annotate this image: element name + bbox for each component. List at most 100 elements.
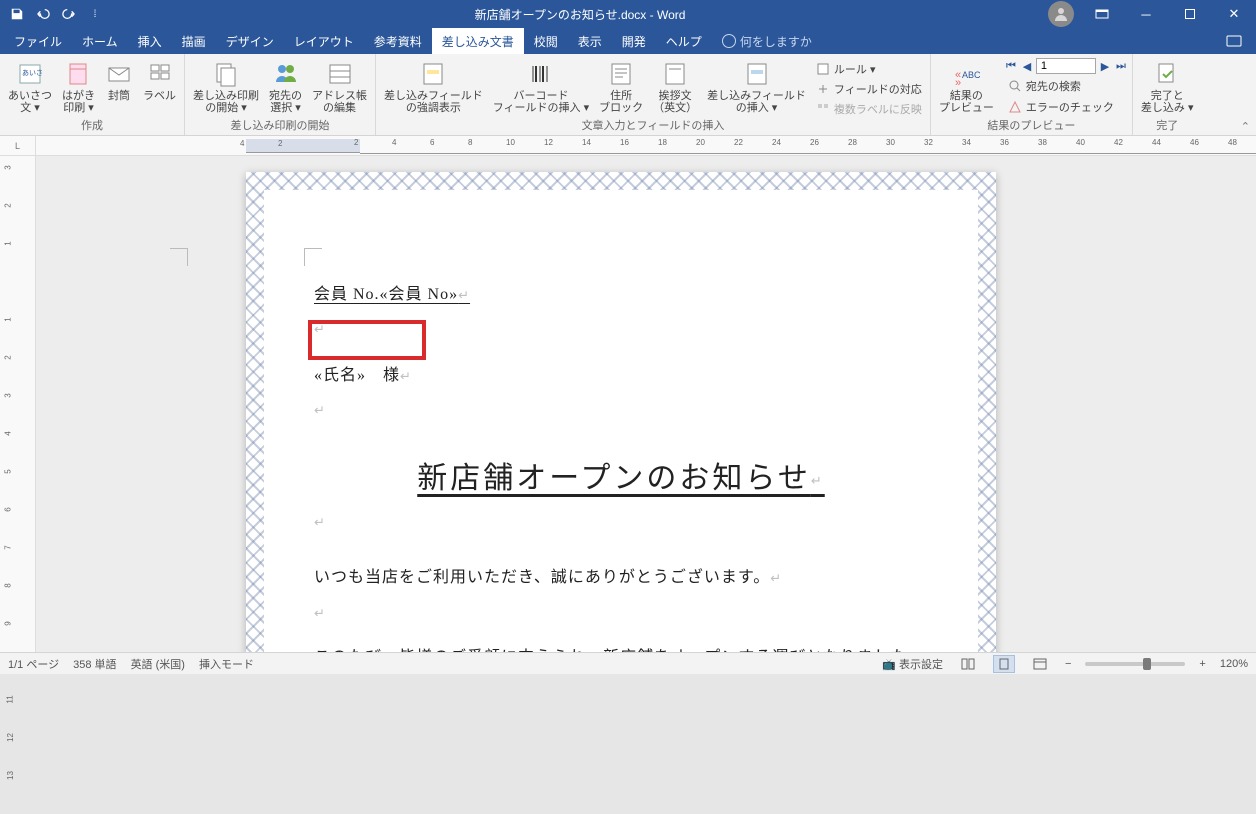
insert-mode-status[interactable]: 挿入モード — [199, 656, 254, 672]
address-block-button[interactable]: 住所 ブロック — [595, 58, 647, 116]
tab-home[interactable]: ホーム — [72, 28, 128, 54]
language-status[interactable]: 英語 (米国) — [131, 656, 185, 672]
greetings-button[interactable]: あいさつあいさつ 文 ▾ — [4, 58, 56, 116]
first-record-button[interactable]: ⏮ — [1004, 59, 1018, 73]
body-paragraph-1[interactable]: いつも当店をご利用いただき、誠にありがとうございます。↵ — [314, 562, 928, 594]
page: 会員 No.«会員 No»↵ ↵ «氏名» 様↵ ↵ 新店舗オープンのお知らせ↵… — [246, 172, 996, 652]
close-button[interactable]: ✕ — [1212, 0, 1256, 28]
body-paragraph-2[interactable]: このたび、皆様のご愛顧に支えられ、新店舗をオープンする運びとなりました。これもひ… — [314, 642, 928, 652]
group-start-mail-merge: 差し込み印刷 の開始 ▾ 宛先の 選択 ▾ アドレス帳 の編集 差し込み印刷の開… — [185, 54, 376, 135]
print-layout-button[interactable] — [993, 655, 1015, 673]
minimize-button[interactable]: ─ — [1124, 0, 1168, 28]
group-label-preview: 結果のプレビュー — [931, 119, 1132, 135]
lightbulb-icon — [722, 34, 736, 48]
tab-developer[interactable]: 開発 — [612, 28, 656, 54]
qat-customize[interactable]: ⁞ — [84, 3, 106, 25]
group-label-finish: 完了 — [1133, 119, 1202, 135]
zoom-slider-thumb[interactable] — [1143, 658, 1151, 670]
document-area: 32112345678910111213 会員 No.«会員 No»↵ ↵ «氏… — [0, 156, 1256, 652]
tab-review[interactable]: 校閲 — [524, 28, 568, 54]
next-record-button[interactable]: ▶ — [1098, 59, 1112, 73]
zoom-in-button[interactable]: + — [1199, 658, 1205, 670]
group-label-start: 差し込み印刷の開始 — [185, 119, 375, 135]
group-label-create: 作成 — [0, 119, 184, 135]
insert-merge-field-button[interactable]: 差し込みフィールド の挿入 ▾ — [703, 58, 810, 116]
record-number-input[interactable] — [1036, 58, 1096, 74]
group-write-insert-fields: 差し込みフィールド の強調表示 バーコード フィールドの挿入 ▾ 住所 ブロック… — [376, 54, 931, 135]
group-finish: 完了と 差し込み ▾ 完了 — [1133, 54, 1202, 135]
svg-text:ABC: ABC — [962, 70, 980, 80]
web-layout-button[interactable] — [1029, 655, 1051, 673]
paragraph-mark-icon: ↵ — [314, 322, 326, 337]
tab-draw[interactable]: 描画 — [172, 28, 216, 54]
ruler-corner: L — [0, 136, 36, 155]
ribbon-tabs: ファイル ホーム 挿入 描画 デザイン レイアウト 参考資料 差し込み文書 校閲… — [0, 28, 1256, 54]
document-title[interactable]: 新店舗オープンのお知らせ↵ — [314, 453, 928, 497]
account-avatar[interactable] — [1048, 1, 1074, 27]
tab-insert[interactable]: 挿入 — [128, 28, 172, 54]
tab-file[interactable]: ファイル — [4, 28, 72, 54]
ribbon: あいさつあいさつ 文 ▾ はがき 印刷 ▾ 封筒 ラベル 作成 差し込み印刷 の… — [0, 54, 1256, 136]
paragraph-mark-icon: ↵ — [458, 287, 470, 302]
match-fields-button[interactable]: フィールドの対応 — [812, 80, 926, 98]
document-body[interactable]: 会員 No.«会員 No»↵ ↵ «氏名» 様↵ ↵ 新店舗オープンのお知らせ↵… — [314, 280, 928, 652]
tell-me-search[interactable]: 何をしますか — [712, 28, 822, 54]
start-mail-merge-button[interactable]: 差し込み印刷 の開始 ▾ — [189, 58, 263, 116]
window-title: 新店舗オープンのお知らせ.docx - Word — [112, 6, 1048, 23]
document-canvas[interactable]: 会員 No.«会員 No»↵ ↵ «氏名» 様↵ ↵ 新店舗オープンのお知らせ↵… — [36, 156, 1256, 652]
paragraph-mark-icon: ↵ — [314, 402, 326, 417]
display-settings[interactable]: 📺 表示設定 — [882, 656, 943, 672]
svg-text:あいさつ: あいさつ — [22, 69, 43, 77]
paragraph-mark-icon: ↵ — [314, 605, 326, 620]
member-number-line[interactable]: 会員 No.«会員 No»↵ — [314, 280, 928, 310]
svg-text:»: » — [955, 77, 961, 88]
zoom-level[interactable]: 120% — [1220, 658, 1248, 670]
zoom-out-button[interactable]: − — [1065, 658, 1071, 670]
tab-design[interactable]: デザイン — [216, 28, 284, 54]
window-controls: ─ ✕ — [1080, 0, 1256, 28]
collapse-ribbon-button[interactable]: ⌃ — [1241, 120, 1250, 133]
postcard-button[interactable]: はがき 印刷 ▾ — [58, 58, 99, 116]
tab-help[interactable]: ヘルプ — [656, 28, 712, 54]
vertical-ruler[interactable]: 32112345678910111213 — [0, 156, 36, 652]
undo-button[interactable] — [32, 3, 54, 25]
redo-button[interactable] — [58, 3, 80, 25]
read-mode-button[interactable] — [957, 655, 979, 673]
recipient-name-line[interactable]: «氏名» 様↵ — [314, 361, 928, 391]
margin-mark-top-right — [170, 248, 188, 266]
word-count[interactable]: 358 単語 — [73, 656, 116, 672]
title-bar: ⁞ 新店舗オープンのお知らせ.docx - Word ─ ✕ — [0, 0, 1256, 28]
label-button[interactable]: ラベル — [139, 58, 180, 104]
maximize-button[interactable] — [1168, 0, 1212, 28]
zoom-slider[interactable] — [1085, 662, 1185, 666]
prev-record-button[interactable]: ◀ — [1020, 59, 1034, 73]
page-count[interactable]: 1/1 ページ — [8, 656, 59, 672]
tab-view[interactable]: 表示 — [568, 28, 612, 54]
tab-mailings[interactable]: 差し込み文書 — [432, 28, 524, 54]
envelope-button[interactable]: 封筒 — [101, 58, 137, 104]
ribbon-display-options[interactable] — [1080, 0, 1124, 28]
highlight-merge-fields-button[interactable]: 差し込みフィールド の強調表示 — [380, 58, 487, 116]
select-recipients-button[interactable]: 宛先の 選択 ▾ — [265, 58, 306, 116]
horizontal-ruler[interactable]: L 42246810121416182022242628303234363840… — [0, 136, 1256, 156]
tab-references[interactable]: 参考資料 — [364, 28, 432, 54]
share-button[interactable] — [1220, 29, 1248, 53]
save-button[interactable] — [6, 3, 28, 25]
group-label-insert: 文章入力とフィールドの挿入 — [376, 119, 930, 135]
paragraph-mark-icon: ↵ — [400, 368, 412, 383]
last-record-button[interactable]: ⏭ — [1114, 59, 1128, 73]
edit-recipient-list-button[interactable]: アドレス帳 の編集 — [308, 58, 371, 116]
group-create: あいさつあいさつ 文 ▾ はがき 印刷 ▾ 封筒 ラベル 作成 — [0, 54, 185, 135]
preview-results-button[interactable]: «ABC»結果の プレビュー — [935, 58, 998, 116]
status-bar: 1/1 ページ 358 単語 英語 (米国) 挿入モード 📺 表示設定 − + … — [0, 652, 1256, 674]
update-labels-button: 複数ラベルに反映 — [812, 100, 926, 118]
tab-layout[interactable]: レイアウト — [284, 28, 364, 54]
group-preview-results: «ABC»結果の プレビュー ⏮ ◀ ▶ ⏭ 宛先の検索 エラーのチェック 結果… — [931, 54, 1133, 135]
paragraph-mark-icon: ↵ — [811, 473, 825, 488]
find-recipient-button[interactable]: 宛先の検索 — [1004, 77, 1128, 95]
barcode-field-button[interactable]: バーコード フィールドの挿入 ▾ — [489, 58, 593, 116]
check-errors-button[interactable]: エラーのチェック — [1004, 98, 1128, 116]
rules-button[interactable]: ルール ▾ — [812, 60, 926, 78]
greeting-line-button[interactable]: 挨拶文 （英文） — [649, 58, 701, 116]
finish-merge-button[interactable]: 完了と 差し込み ▾ — [1137, 58, 1198, 116]
